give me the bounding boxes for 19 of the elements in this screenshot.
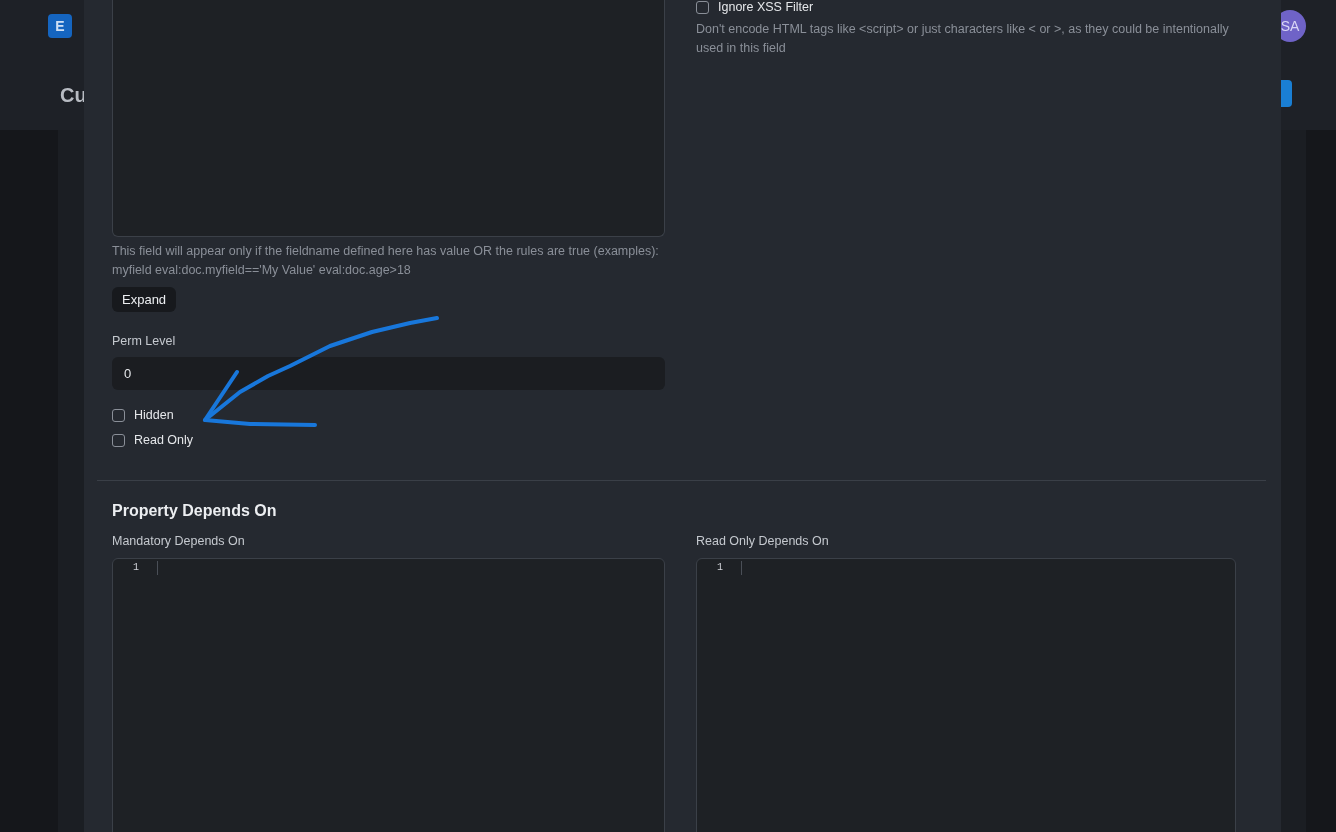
code-editor[interactable]: 1 (696, 557, 1236, 832)
checkbox-label[interactable]: Hidden (134, 406, 174, 426)
expand-button[interactable]: Expand (112, 287, 177, 312)
field-description: This field will appear only if the fieldname defined here has value OR the rules are true (examples): myfield eval:doc.myfield=='My Value' eval:doc.age>18 (112, 243, 660, 279)
app-logo[interactable]: E (48, 14, 72, 38)
field-label: Perm Level (112, 333, 177, 350)
line-number: 1 (133, 560, 139, 575)
section-title: Property Depends On (112, 500, 278, 521)
field-description: Don't encode HTML tags like <script> or just characters like < or >, as they could be intentionally used in this field (696, 21, 1230, 57)
code-editor[interactable]: 1 (112, 557, 665, 832)
checkbox-label[interactable]: Read Only (134, 431, 194, 451)
checkbox[interactable] (696, 0, 709, 14)
field-label: Read Only Depends On (696, 532, 830, 550)
field-label: Mandatory Depends On (112, 532, 246, 550)
checkbox-label[interactable]: Ignore XSS Filter (718, 0, 814, 17)
perm-level-field[interactable]: 0 (112, 356, 665, 390)
checkbox[interactable] (112, 409, 125, 423)
checkbox[interactable] (112, 434, 125, 448)
line-number: 1 (717, 560, 723, 575)
